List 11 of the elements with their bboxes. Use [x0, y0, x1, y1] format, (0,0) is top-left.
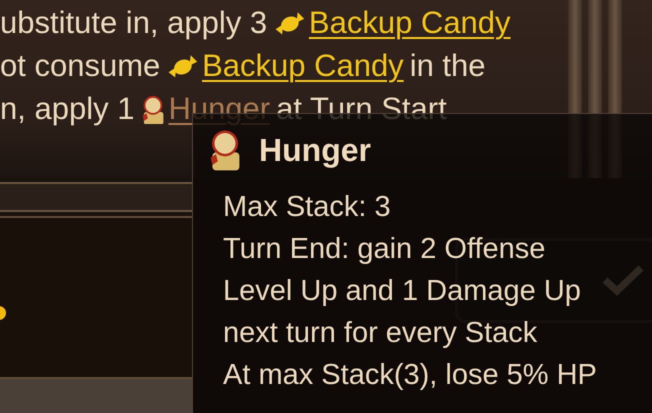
description-text: ubstitute in, apply 3: [0, 4, 268, 42]
tooltip-text: Level Up and 1 Damage Up: [223, 274, 582, 309]
tooltip-text: Max Stack: 3: [223, 190, 392, 225]
tooltip-text: Turn End: gain 2 Offense: [223, 232, 546, 267]
description-text: n, apply 1: [0, 90, 134, 128]
description-text: in the: [410, 47, 486, 86]
tooltip-title: Hunger: [259, 131, 371, 170]
description-text: at Turn Start: [276, 90, 447, 128]
tooltip-text: next turn for every Stack: [223, 316, 538, 351]
tooltip-text: At max Stack(3), lose 5% HP: [223, 358, 598, 393]
description-text: ot consume: [0, 47, 160, 86]
